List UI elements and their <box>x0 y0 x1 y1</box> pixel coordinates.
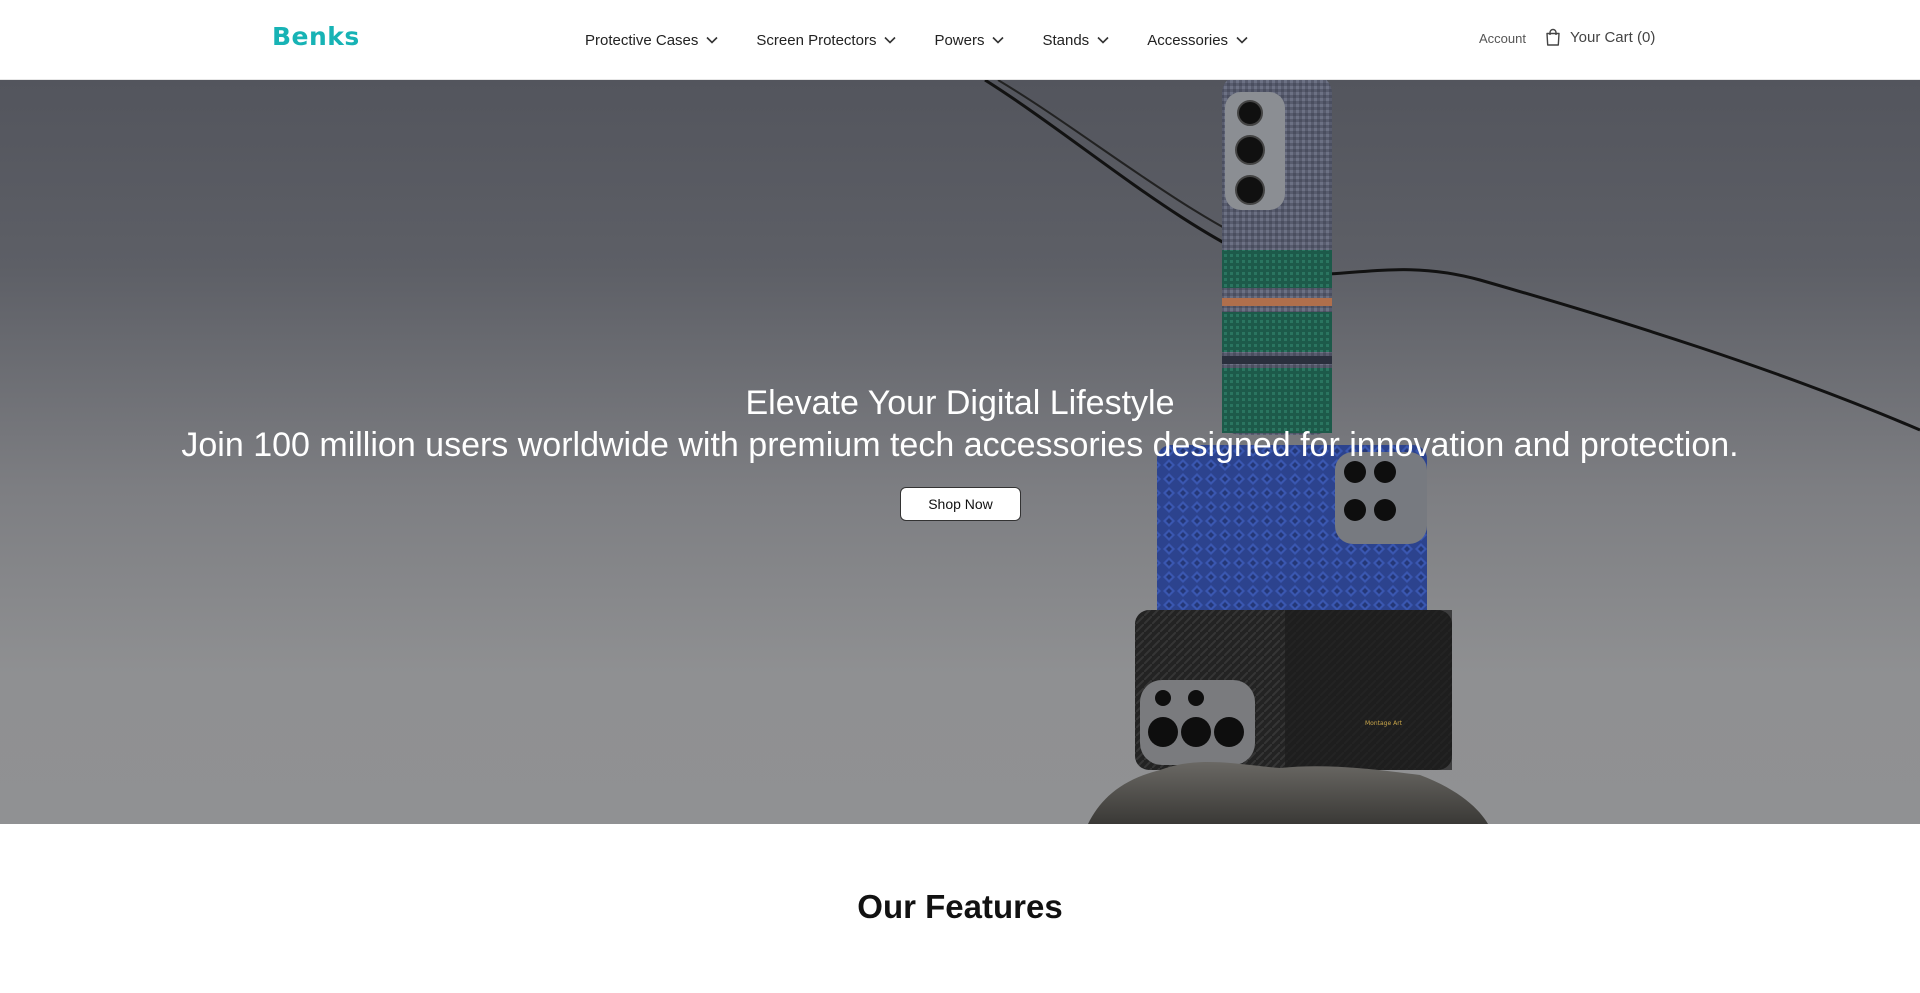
nav-stands[interactable]: Stands <box>1042 32 1109 49</box>
nav-label: Screen Protectors <box>756 31 877 49</box>
chevron-down-icon <box>1236 36 1248 44</box>
hero-text: Elevate Your Digital Lifestyle Join 100 … <box>0 382 1920 466</box>
nav-label: Stands <box>1042 31 1090 49</box>
nav-accessories[interactable]: Accessories <box>1147 32 1248 49</box>
hero-banner: Montage Art Elevate Your Digital Lifesty… <box>0 80 1920 824</box>
nav-label: Protective Cases <box>585 31 699 49</box>
site-header: Benks Protective Cases Screen Protectors… <box>0 0 1920 80</box>
nav-screen-protectors[interactable]: Screen Protectors <box>756 31 897 49</box>
features-heading: Our Features <box>857 888 1063 925</box>
shop-now-button[interactable]: Shop Now <box>900 487 1021 521</box>
nav-label: Powers <box>934 31 985 49</box>
main-nav: Protective Cases Screen Protectors Power… <box>585 27 1248 53</box>
case-text: Montage Art <box>1365 720 1403 727</box>
brand-logo[interactable]: Benks <box>272 22 360 51</box>
hero-subtitle: Join 100 million users worldwide with pr… <box>181 426 1739 464</box>
shopping-bag-icon <box>1546 28 1560 46</box>
chevron-down-icon <box>884 36 897 44</box>
nav-label: Accessories <box>1147 31 1229 49</box>
hero-title: Elevate Your Digital Lifestyle <box>745 384 1175 422</box>
nav-powers[interactable]: Powers <box>934 31 1005 49</box>
cart-button[interactable]: Your Cart (0) <box>1545 28 1655 46</box>
chevron-down-icon <box>706 36 718 44</box>
chevron-down-icon <box>1097 36 1109 44</box>
chevron-down-icon <box>992 36 1005 44</box>
nav-protective-cases[interactable]: Protective Cases <box>585 32 718 49</box>
account-link[interactable]: Account <box>1479 31 1526 46</box>
cart-label: Your Cart (0) <box>1570 28 1656 46</box>
